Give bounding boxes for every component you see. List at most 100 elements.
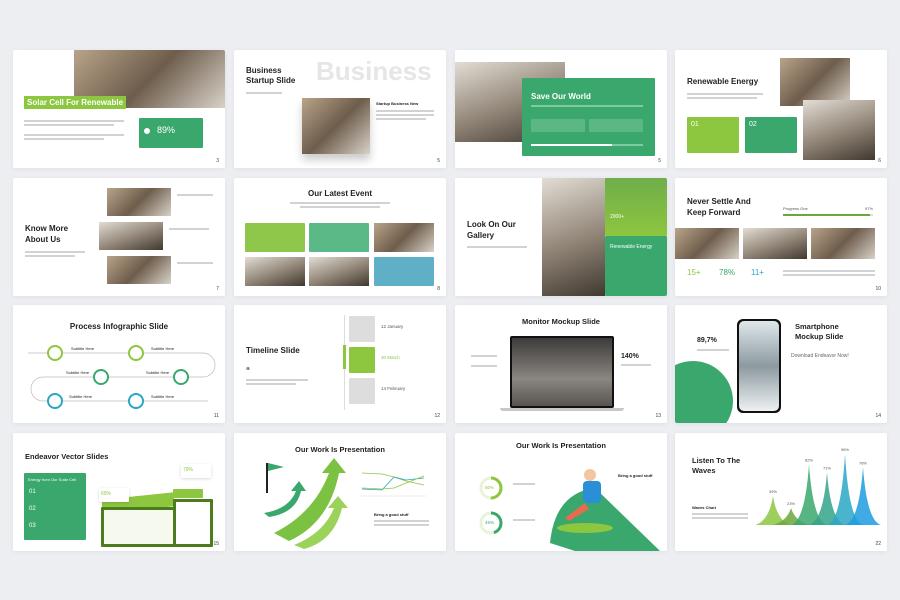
arrows-illustration	[264, 458, 426, 549]
slide-title: Solar Cell For Renewable	[24, 96, 127, 109]
box-number: 01	[691, 121, 699, 128]
slide-title: Smartphone	[795, 322, 839, 331]
page-number: 15	[213, 541, 219, 547]
event-date: 30 March	[381, 355, 400, 360]
photo	[107, 256, 171, 284]
slide-title: Look On Our	[467, 220, 516, 229]
stat: 15+	[687, 268, 701, 277]
page-number: 7	[216, 286, 219, 292]
wave-label: 39%	[769, 489, 777, 494]
slide-monitor-mockup[interactable]: Monitor Mockup Slide 140% 13	[455, 305, 667, 423]
page-number: 12	[434, 413, 440, 419]
photo	[780, 58, 850, 106]
step-subtitle: Subtitle Here	[71, 346, 95, 351]
slide-save-our-world[interactable]: Save Our World 5	[455, 50, 667, 168]
laptop-base	[500, 408, 624, 411]
slide-work-presentation-2[interactable]: Our Work Is Presentation 50% 45% Bring a…	[455, 433, 667, 551]
phone-mockup	[737, 319, 781, 413]
stat: 11+	[751, 268, 764, 277]
slide-latest-event[interactable]: Our Latest Event 8	[234, 178, 446, 296]
laptop-screen	[510, 336, 614, 408]
step-subtitle: Subtitle Here	[69, 394, 93, 399]
slide-title: Renewable Energy	[687, 77, 759, 86]
slide-know-more[interactable]: Know More About Us 7	[13, 178, 225, 296]
stat-value: 89,7%	[697, 337, 717, 344]
side-title: Startup Business New	[376, 101, 419, 106]
process-path	[28, 345, 216, 409]
ring-value: 45%	[485, 520, 495, 525]
slide-business-startup[interactable]: Business Business Startup Slide Startup …	[234, 50, 446, 168]
progress-label: Progress One	[783, 206, 808, 211]
download-link[interactable]: Download Endeavor Now!	[791, 353, 849, 359]
slide-title: Timeline Slide	[246, 346, 300, 355]
panel-title: Energy from Our Solar Cell	[28, 477, 77, 482]
waves-chart: 39% 23% 82% 71% 96% 78%	[755, 447, 881, 525]
chart-icon	[141, 125, 153, 137]
stat-value: 140%	[621, 353, 639, 360]
page-number: 10	[875, 286, 881, 292]
slide-listen-waves[interactable]: Listen To The Waves Waves Chart 39% 23% 82…	[675, 433, 887, 551]
progress-value: 97%	[865, 206, 874, 211]
slide-never-settle[interactable]: Never Settle And Keep Forward Progress O…	[675, 178, 887, 296]
slide-title: Save Our World	[531, 92, 591, 101]
stat: 78%	[719, 268, 736, 277]
slide-timeline[interactable]: Timeline Slide “ 12 January 30 March 14 …	[234, 305, 446, 423]
wave-label: 96%	[841, 447, 849, 452]
slide-solar-cell[interactable]: Solar Cell For Renewable 89% 3	[13, 50, 225, 168]
watermark: Business	[316, 56, 432, 86]
page-number: 14	[875, 413, 881, 419]
step-subtitle: Subtitle Here	[146, 370, 170, 375]
event-date: 12 January	[381, 324, 404, 329]
badge-value: 79%	[183, 467, 194, 473]
panel-stat: 2000+	[610, 214, 625, 220]
progress-bar	[531, 144, 643, 146]
slide-process-infographic[interactable]: Process Infographic Slide Subtitle Here …	[13, 305, 225, 423]
illustration	[479, 469, 660, 551]
slide-subtitle: Keep Forward	[687, 208, 741, 217]
slide-subtitle: Gallery	[467, 231, 495, 240]
page-number: 11	[213, 413, 219, 419]
wave-label: 82%	[805, 457, 813, 462]
badge-value: 69%	[101, 491, 112, 497]
slide-title: Our Latest Event	[307, 189, 372, 198]
page-number: 13	[655, 413, 661, 419]
panel-title: Renewable Energy	[610, 244, 653, 250]
slide-title: Endeavor Vector Slides	[25, 452, 109, 461]
slide-subtitle: About Us	[25, 235, 61, 244]
wave-label: 23%	[787, 501, 795, 506]
photo	[99, 222, 163, 250]
page-number: 22	[875, 541, 881, 547]
slide-renewable-energy[interactable]: Renewable Energy 01 02 6	[675, 50, 887, 168]
slide-endeavor-vector[interactable]: Endeavor Vector Slides Energy from Our S…	[13, 433, 225, 551]
page-number: 5	[437, 158, 440, 164]
stat-value: 89%	[157, 125, 176, 135]
side-title: Bring a good stuff	[618, 473, 653, 478]
photo	[107, 188, 171, 216]
wave-label: 78%	[859, 460, 867, 465]
slide-title: Never Settle And	[687, 197, 751, 206]
slide-title: Monitor Mockup Slide	[522, 317, 600, 326]
page-number: 5	[658, 158, 661, 164]
page-number: 3	[216, 158, 219, 164]
slide-title: Know More	[25, 224, 69, 233]
step-subtitle: Subtitle Here	[151, 394, 175, 399]
item-number: 03	[29, 523, 36, 529]
step-subtitle: Subtitle Here	[66, 370, 90, 375]
slide-gallery[interactable]: Look On Our Gallery 2000+ Renewable Ener…	[455, 178, 667, 296]
photo	[803, 100, 875, 160]
item-number: 02	[29, 506, 36, 512]
page-number: 8	[437, 286, 440, 292]
slide-title: Business	[246, 66, 282, 75]
slide-work-presentation-1[interactable]: Our Work Is Presentation Bring a good st…	[234, 433, 446, 551]
progress-bar	[783, 214, 873, 216]
event-date: 14 February	[381, 386, 406, 391]
photo	[542, 178, 605, 296]
slide-smartphone-mockup[interactable]: 89,7% Smartphone Mockup Slide Download E…	[675, 305, 887, 423]
ring-value: 50%	[485, 485, 495, 490]
photo	[302, 98, 370, 154]
page-number: 6	[878, 158, 881, 164]
step-subtitle: Subtitle Here	[151, 346, 175, 351]
slide-subtitle: Startup Slide	[246, 76, 296, 85]
green-circle	[675, 361, 733, 423]
slide-subtitle: Mockup Slide	[795, 332, 844, 341]
